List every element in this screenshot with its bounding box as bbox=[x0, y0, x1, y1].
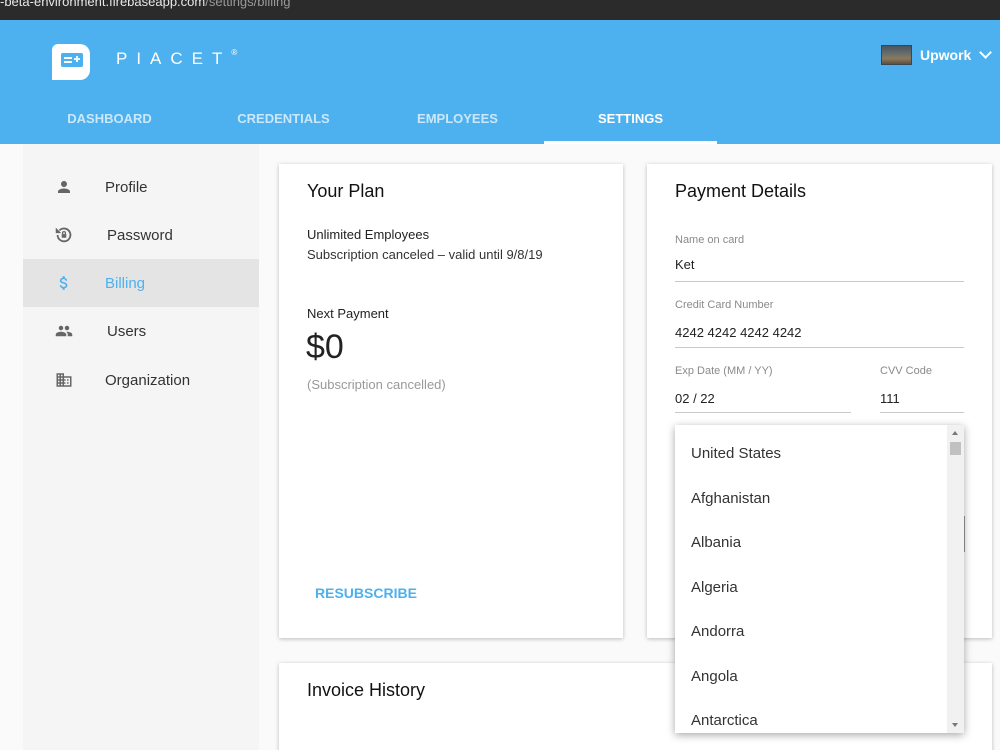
country-option[interactable]: Albania bbox=[691, 534, 741, 551]
tab-label: SETTINGS bbox=[597, 111, 663, 126]
avatar bbox=[881, 45, 912, 65]
subscription-status: Subscription canceled – valid until 9/8/… bbox=[307, 247, 543, 262]
chevron-down-icon bbox=[979, 45, 993, 59]
field-underline bbox=[675, 412, 851, 413]
user-name: Upwork bbox=[920, 47, 972, 63]
next-payment-label: Next Payment bbox=[307, 306, 389, 321]
country-option[interactable]: Antarctica bbox=[691, 712, 758, 729]
tab-label: EMPLOYEES bbox=[417, 111, 498, 126]
exp-date-label: Exp Date (MM / YY) bbox=[675, 365, 773, 377]
sidebar-item-label: Password bbox=[107, 226, 173, 244]
brand-name: PIACET® bbox=[116, 48, 238, 68]
country-option[interactable]: United States bbox=[691, 445, 781, 462]
sidebar-item-password[interactable]: Password bbox=[23, 211, 259, 259]
sidebar-item-profile[interactable]: Profile bbox=[23, 163, 259, 211]
tab-dashboard[interactable]: DASHBOARD bbox=[22, 110, 197, 144]
country-option[interactable]: Andorra bbox=[691, 623, 744, 640]
sidebar-item-label: Organization bbox=[105, 371, 191, 389]
registered-mark: ® bbox=[231, 48, 238, 57]
field-underline bbox=[675, 281, 964, 282]
settings-sidebar: Profile Password Billing Users Organizat… bbox=[23, 144, 259, 750]
main-tabs: DASHBOARD CREDENTIALS EMPLOYEES SETTINGS bbox=[0, 110, 1000, 144]
sidebar-item-organization[interactable]: Organization bbox=[23, 356, 259, 404]
building-icon bbox=[53, 369, 75, 391]
country-option[interactable]: Afghanistan bbox=[691, 490, 770, 507]
cvv-label: CVV Code bbox=[880, 365, 932, 377]
user-menu[interactable]: Upwork bbox=[881, 44, 993, 66]
people-icon bbox=[53, 320, 75, 342]
exp-date-field[interactable]: 02 / 22 bbox=[675, 391, 715, 406]
lock-reset-icon bbox=[53, 224, 75, 246]
country-option[interactable]: Algeria bbox=[691, 579, 738, 596]
sidebar-item-billing[interactable]: Billing bbox=[23, 259, 259, 307]
scroll-down-icon[interactable] bbox=[952, 723, 958, 727]
country-dropdown-list[interactable]: United States Afghanistan Albania Algeri… bbox=[675, 425, 964, 733]
field-underline bbox=[880, 412, 964, 413]
invoice-card-title: Invoice History bbox=[307, 680, 426, 700]
plan-card-title: Your Plan bbox=[307, 181, 385, 201]
person-icon bbox=[53, 176, 75, 198]
url-host: -beta-environment.firebaseapp.com bbox=[0, 0, 206, 9]
tab-label: CREDENTIALS bbox=[237, 111, 330, 126]
field-underline bbox=[675, 347, 964, 348]
resubscribe-button[interactable]: RESUBSCRIBE bbox=[315, 585, 417, 601]
next-payment-amount: $0 bbox=[306, 328, 344, 366]
credit-card-field[interactable]: 4242 4242 4242 4242 bbox=[675, 325, 802, 340]
sidebar-item-label: Billing bbox=[105, 274, 146, 292]
dropdown-scrollbar[interactable] bbox=[947, 425, 964, 733]
url-path: /settings/billing bbox=[205, 0, 291, 9]
dollar-icon bbox=[53, 272, 75, 294]
active-tab-indicator bbox=[544, 141, 717, 144]
name-on-card-field[interactable]: Ket bbox=[675, 257, 695, 272]
cvv-field[interactable]: 111 bbox=[880, 391, 900, 406]
payment-card-title: Payment Details bbox=[675, 181, 807, 201]
credit-card-label: Credit Card Number bbox=[675, 299, 774, 311]
app-header: PIACET® Upwork DASHBOARD CREDENTIALS EMP… bbox=[0, 20, 1000, 144]
country-option[interactable]: Angola bbox=[691, 668, 738, 685]
scroll-up-icon[interactable] bbox=[952, 431, 958, 435]
tab-settings[interactable]: SETTINGS bbox=[544, 110, 717, 144]
name-on-card-label: Name on card bbox=[675, 234, 745, 246]
sidebar-item-label: Profile bbox=[105, 178, 148, 196]
sidebar-item-users[interactable]: Users bbox=[23, 307, 259, 355]
sidebar-item-label: Users bbox=[107, 322, 147, 340]
address-bar[interactable]: -beta-environment.firebaseapp.com/settin… bbox=[0, 0, 1000, 20]
piacet-logo-icon[interactable] bbox=[52, 44, 90, 80]
plan-card: Your Plan Unlimited Employees Subscripti… bbox=[279, 164, 623, 638]
tab-employees[interactable]: EMPLOYEES bbox=[370, 110, 545, 144]
scroll-thumb[interactable] bbox=[950, 442, 961, 455]
plan-name: Unlimited Employees bbox=[307, 227, 430, 242]
tab-credentials[interactable]: CREDENTIALS bbox=[196, 110, 371, 144]
payment-note: (Subscription cancelled) bbox=[307, 377, 446, 392]
tab-label: DASHBOARD bbox=[67, 111, 152, 126]
